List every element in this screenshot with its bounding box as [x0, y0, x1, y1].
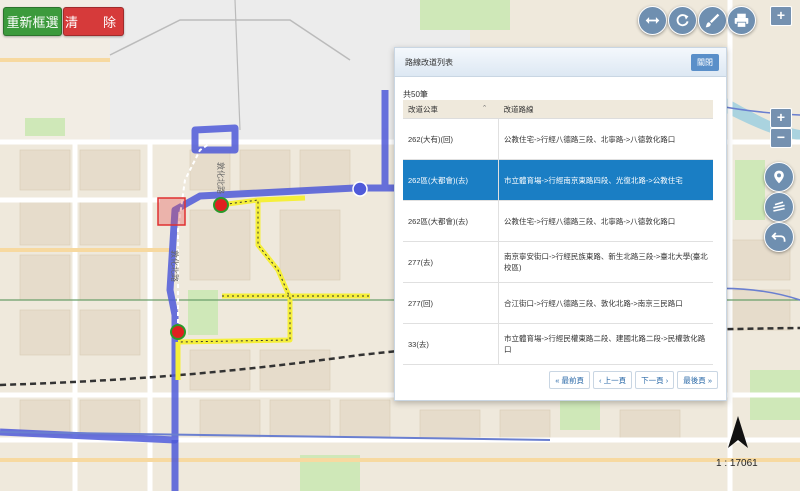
route-cell: 合江街口->行經八德路三段、敦化北路->南京三民路口: [498, 282, 713, 324]
table-row[interactable]: 262(大有)(回) 公教住宅->行經八德路三段、北寧路->八德敦化路口: [403, 118, 713, 160]
table-row[interactable]: 277(去) 南京寧安街口->行經民族東路、新生北路三段->臺北大學(臺北校區): [403, 241, 713, 283]
next-page-button[interactable]: 下一頁 ›: [635, 371, 675, 389]
record-count: 共50筆: [403, 90, 428, 99]
bus-cell: 277(回): [403, 282, 499, 324]
zoom-in-button[interactable]: +: [770, 108, 792, 128]
table-row[interactable]: 277(回) 合江街口->行經八德路三段、敦化北路->南京三民路口: [403, 282, 713, 324]
bus-cell: 33(去): [403, 323, 499, 365]
prev-page-button[interactable]: ‹ 上一頁: [593, 371, 633, 389]
bus-cell: 262區(大都會)(去): [403, 200, 499, 242]
pagination: « 最前頁 ‹ 上一頁 下一頁 › 最後頁 »: [549, 371, 718, 389]
map-label: 敦化北路: [216, 162, 226, 194]
table-row-selected[interactable]: 262區(大都會)(去) 市立體育場->行經南京東路四段、光復北路->公教住宅: [403, 159, 713, 201]
north-arrow-icon: [728, 416, 748, 448]
undo-icon[interactable]: [764, 222, 794, 252]
first-page-button[interactable]: « 最前頁: [549, 371, 591, 389]
brush-icon[interactable]: [698, 6, 727, 35]
location-marker-icon[interactable]: [764, 162, 794, 192]
reselect-button[interactable]: 重新框選: [3, 7, 62, 36]
clear-button[interactable]: 清 除: [63, 7, 124, 36]
sort-icon[interactable]: ⌃: [482, 104, 488, 112]
route-cell: 市立體育場->行經南京東路四段、光復北路->公教住宅: [498, 159, 713, 201]
route-cell: 南京寧安街口->行經民族東路、新生北路三段->臺北大學(臺北校區): [498, 241, 713, 283]
column-header-bus[interactable]: 改道公車 ⌃: [403, 100, 499, 119]
map-scale: 1 : 17061: [716, 458, 758, 469]
arrows-horizontal-icon[interactable]: [638, 6, 667, 35]
refresh-icon[interactable]: [668, 6, 697, 35]
layers-icon[interactable]: [764, 192, 794, 222]
column-header-route[interactable]: 改道路線: [498, 100, 713, 119]
route-cell: 市立體育場->行經民權東路二段、建國北路二段->民權敦化路口: [498, 323, 713, 365]
printer-icon[interactable]: [727, 6, 756, 35]
top-zoom-button[interactable]: +: [770, 6, 792, 26]
detour-table: 改道公車 ⌃ 改道路線 262(大有)(回) 公教住宅->行經八德路三段、北寧路-…: [403, 100, 713, 365]
table-row[interactable]: 262區(大都會)(去) 公教住宅->行經八德路三段、北寧路->八德敦化路口: [403, 200, 713, 242]
panel-header: 路線改道列表 關閉: [395, 48, 726, 77]
bus-cell: 277(去): [403, 241, 499, 283]
detour-list-panel: 路線改道列表 關閉 共50筆 改道公車 ⌃ 改道路線 262(大有)(回) 公教住…: [394, 47, 727, 401]
bus-cell: 262區(大都會)(去): [403, 159, 499, 201]
route-cell: 公教住宅->行經八德路三段、北寧路->八德敦化路口: [498, 200, 713, 242]
map-label: 敦化北路: [170, 250, 180, 282]
panel-title: 路線改道列表: [405, 58, 453, 67]
route-cell: 公教住宅->行經八德路三段、北寧路->八德敦化路口: [498, 118, 713, 160]
bus-cell: 262(大有)(回): [403, 118, 499, 160]
last-page-button[interactable]: 最後頁 »: [677, 371, 718, 389]
close-button[interactable]: 關閉: [691, 54, 719, 71]
zoom-out-button[interactable]: −: [770, 128, 792, 148]
table-row[interactable]: 33(去) 市立體育場->行經民權東路二段、建國北路二段->民權敦化路口: [403, 323, 713, 365]
